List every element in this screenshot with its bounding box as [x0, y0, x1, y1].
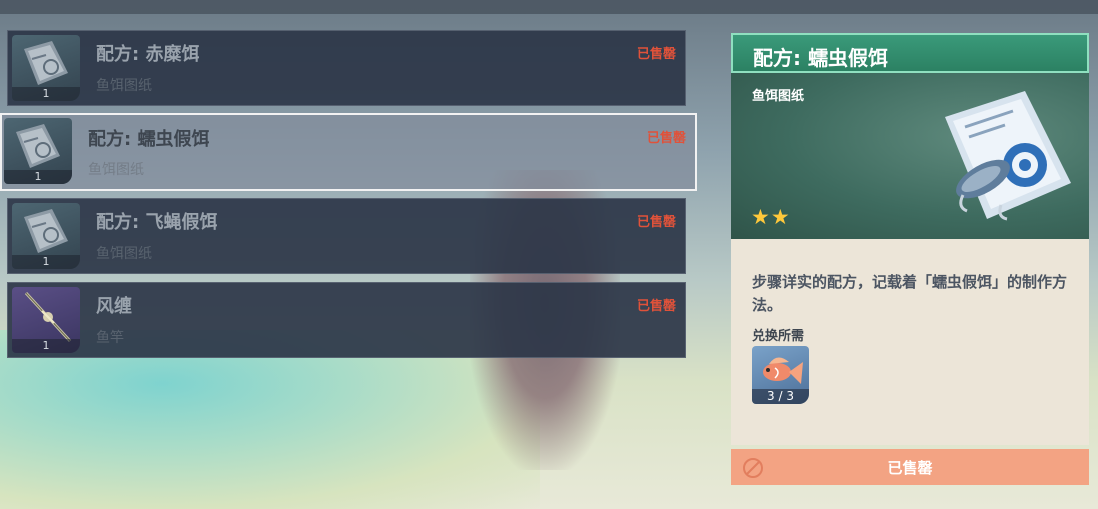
requirement-label: 兑换所需: [752, 329, 805, 344]
item-name: 风缠: [96, 296, 132, 317]
item-count: 1: [12, 87, 80, 101]
item-name: 配方: 蠕虫假饵: [88, 129, 210, 150]
item-type: 鱼饵图纸: [88, 162, 144, 178]
item-thumbnail: 1: [12, 287, 80, 353]
item-type: 鱼饵图纸: [96, 78, 152, 94]
item-name: 配方: 飞蝇假饵: [96, 212, 218, 233]
item-type: 鱼竿: [96, 330, 124, 346]
item-type: 鱼饵图纸: [96, 246, 152, 262]
detail-description: 步骤详实的配方，记载着「蠕虫假饵」的制作方法。: [752, 273, 1068, 314]
item-thumbnail: 1: [12, 35, 80, 101]
sold-out-badge: 已售罄: [636, 47, 676, 62]
item-count: 1: [4, 170, 72, 184]
blueprint-icon: [24, 209, 68, 253]
blueprint-icon: [16, 124, 60, 168]
item-count: 1: [12, 339, 80, 353]
detail-type: 鱼饵图纸: [752, 89, 805, 104]
item-thumbnail: 1: [12, 203, 80, 269]
blueprint-icon: [24, 41, 68, 85]
blueprint-icon: [935, 87, 1075, 231]
requirement-item[interactable]: 3 / 3: [752, 346, 809, 404]
detail-header: 配方: 蠕虫假饵 鱼饵图纸 ★★: [731, 33, 1089, 239]
sold-out-badge: 已售罄: [646, 131, 686, 146]
sold-out-badge: 已售罄: [636, 215, 676, 230]
item-detail-panel: 配方: 蠕虫假饵 鱼饵图纸 ★★ 步骤详实的配方，记载着「蠕虫假饵」的制作方法。…: [731, 33, 1089, 485]
rarity-stars: ★★: [751, 205, 791, 229]
list-item[interactable]: 1 风缠 鱼竿 已售罄: [7, 282, 686, 358]
item-thumbnail: 1: [4, 118, 72, 184]
item-name: 配方: 赤糜饵: [96, 44, 200, 65]
sold-out-button-label: 已售罄: [887, 459, 933, 477]
fishing-rod-icon: [24, 291, 72, 343]
list-item[interactable]: 1 配方: 赤糜饵 鱼饵图纸 已售罄: [7, 30, 686, 106]
item-count: 1: [12, 255, 80, 269]
detail-title: 配方: 蠕虫假饵: [753, 46, 888, 70]
requirement-count: 3 / 3: [752, 389, 809, 404]
sold-out-button[interactable]: 已售罄: [731, 449, 1089, 485]
background-top-strip: [0, 0, 1098, 14]
list-item-selected[interactable]: 1 配方: 蠕虫假饵 鱼饵图纸 已售罄: [0, 113, 697, 191]
detail-title-bar: 配方: 蠕虫假饵: [731, 33, 1089, 73]
fish-icon: [763, 357, 803, 384]
list-item[interactable]: 1 配方: 飞蝇假饵 鱼饵图纸 已售罄: [7, 198, 686, 274]
sold-out-badge: 已售罄: [636, 299, 676, 314]
detail-body: 步骤详实的配方，记载着「蠕虫假饵」的制作方法。 兑换所需 3 / 3: [731, 239, 1089, 445]
